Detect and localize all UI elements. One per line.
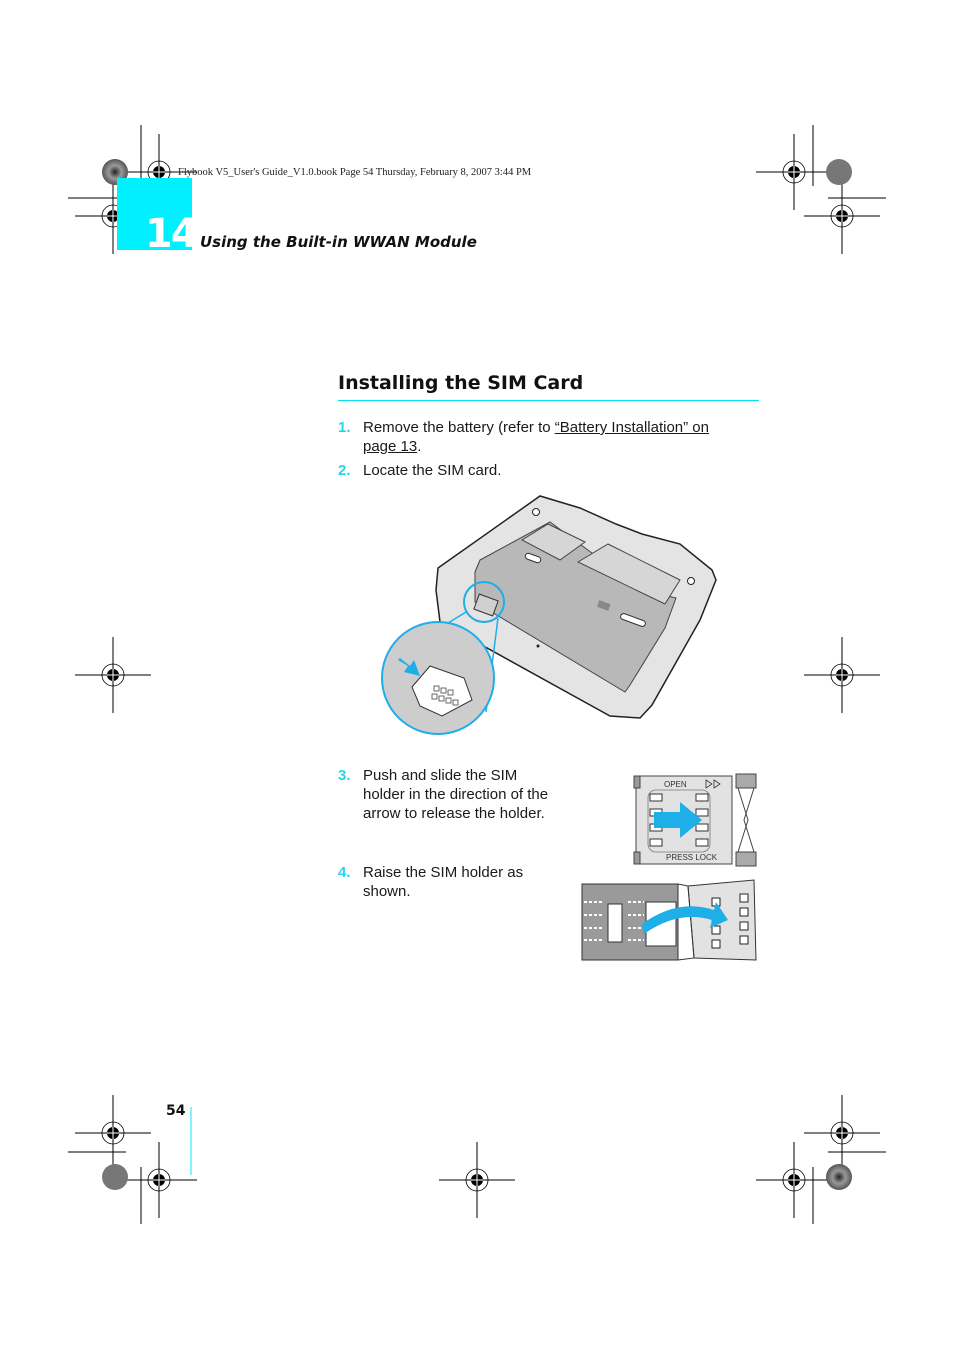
page-number: 54 [166, 1103, 186, 1119]
sim-holder-raise-figure [581, 879, 757, 961]
crosshair-mark-icon [803, 1094, 881, 1172]
step-2: 2. Locate the SIM card. [338, 461, 758, 481]
step-text-line: holder in the direction of the [363, 786, 549, 803]
color-target-icon [102, 1164, 128, 1190]
color-target-icon [826, 159, 852, 185]
page-number-rule [190, 1107, 192, 1175]
step-number: 2. [338, 462, 351, 479]
chapter-title: Using the Built-in WWAN Module [200, 233, 477, 251]
crosshair-mark-icon [74, 1094, 152, 1172]
step-3: 3. Push and slide the SIM holder in the … [338, 766, 588, 826]
crosshair-mark-icon [755, 1141, 833, 1219]
laptop-bottom-figure [381, 495, 717, 735]
step-1: 1. Remove the battery (refer to “Battery… [338, 418, 758, 458]
link-text[interactable]: “Battery Installation” on [555, 419, 709, 436]
open-label: OPEN [664, 780, 687, 789]
crosshair-mark-icon [74, 636, 152, 714]
section-divider [338, 400, 759, 401]
crosshair-mark-icon [438, 1141, 516, 1219]
chapter-number: 14 [145, 211, 199, 257]
step-text: . [417, 438, 422, 455]
step-text-line: Push and slide the SIM [363, 767, 518, 784]
crosshair-mark-icon [755, 133, 833, 211]
step-text: Remove the battery (refer to [363, 419, 555, 436]
step-number: 3. [338, 767, 351, 784]
crosshair-mark-icon [803, 177, 881, 255]
link-text[interactable]: page 13 [363, 438, 417, 455]
step-text-line: Raise the SIM holder as [363, 864, 524, 881]
step-number: 1. [338, 419, 351, 436]
step-number: 4. [338, 864, 351, 881]
crosshair-mark-icon [120, 1141, 198, 1219]
crosshair-mark-icon [803, 636, 881, 714]
step-text-line: shown. [363, 883, 411, 900]
section-title: Installing the SIM Card [338, 372, 584, 394]
press-lock-label: PRESS LOCK [666, 853, 718, 862]
print-header: Flybook V5_User's Guide_V1.0.book Page 5… [178, 167, 532, 178]
color-target-icon [826, 1164, 852, 1190]
sim-holder-push-figure: OPEN PRESS LOCK [633, 773, 757, 867]
step-4: 4. Raise the SIM holder as shown. [338, 863, 588, 903]
step-text-line: arrow to release the holder. [363, 805, 545, 822]
step-text: Locate the SIM card. [363, 462, 502, 479]
